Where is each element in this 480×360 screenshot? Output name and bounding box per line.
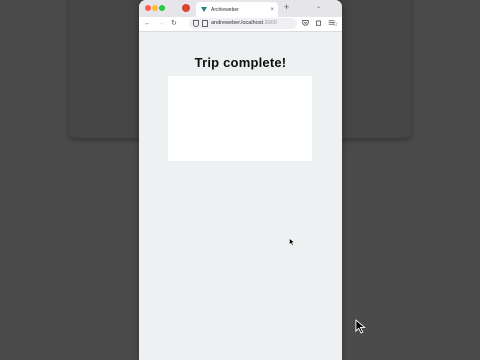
extension-icon[interactable] [182,4,190,12]
page-title: Trip complete! [194,55,287,70]
url-text: andreweber.localhost:3000 [211,19,277,28]
address-bar[interactable]: andreweber.localhost:3000 ☆ [189,18,338,29]
nav-toolbar: ← → ↻ andreweber.localhost:3000 ☆ [139,17,342,32]
tab-title: Archieweber [211,6,239,13]
browser-window: Archieweber × + ⌄ ← → ↻ andreweber.local… [139,0,342,360]
favicon-icon [201,7,207,12]
reload-button[interactable]: ↻ [171,19,177,28]
close-window-button[interactable] [145,5,151,11]
tab-list-icon[interactable]: ⌄ [316,3,321,10]
map-panel[interactable] [168,76,312,161]
url-port: :3000 [262,20,277,26]
url-host: andreweber.localhost [211,20,263,26]
new-tab-button[interactable]: + [284,3,289,12]
browser-tab[interactable]: Archieweber × [196,2,278,17]
extensions-icon[interactable] [315,19,322,29]
forward-button[interactable]: → [158,19,165,28]
pointer-cursor-icon [355,319,366,334]
pocket-icon[interactable] [302,19,309,29]
tab-close-icon[interactable]: × [270,7,274,13]
shield-icon[interactable] [193,20,199,27]
menu-icon[interactable] [328,19,335,29]
page-info-icon[interactable] [202,20,208,27]
tab-strip: Archieweber × + ⌄ [139,0,342,17]
minimize-window-button[interactable] [152,5,158,11]
zoom-window-button[interactable] [159,5,165,11]
page-content: Trip complete! [139,32,342,360]
back-button[interactable]: ← [144,19,151,28]
